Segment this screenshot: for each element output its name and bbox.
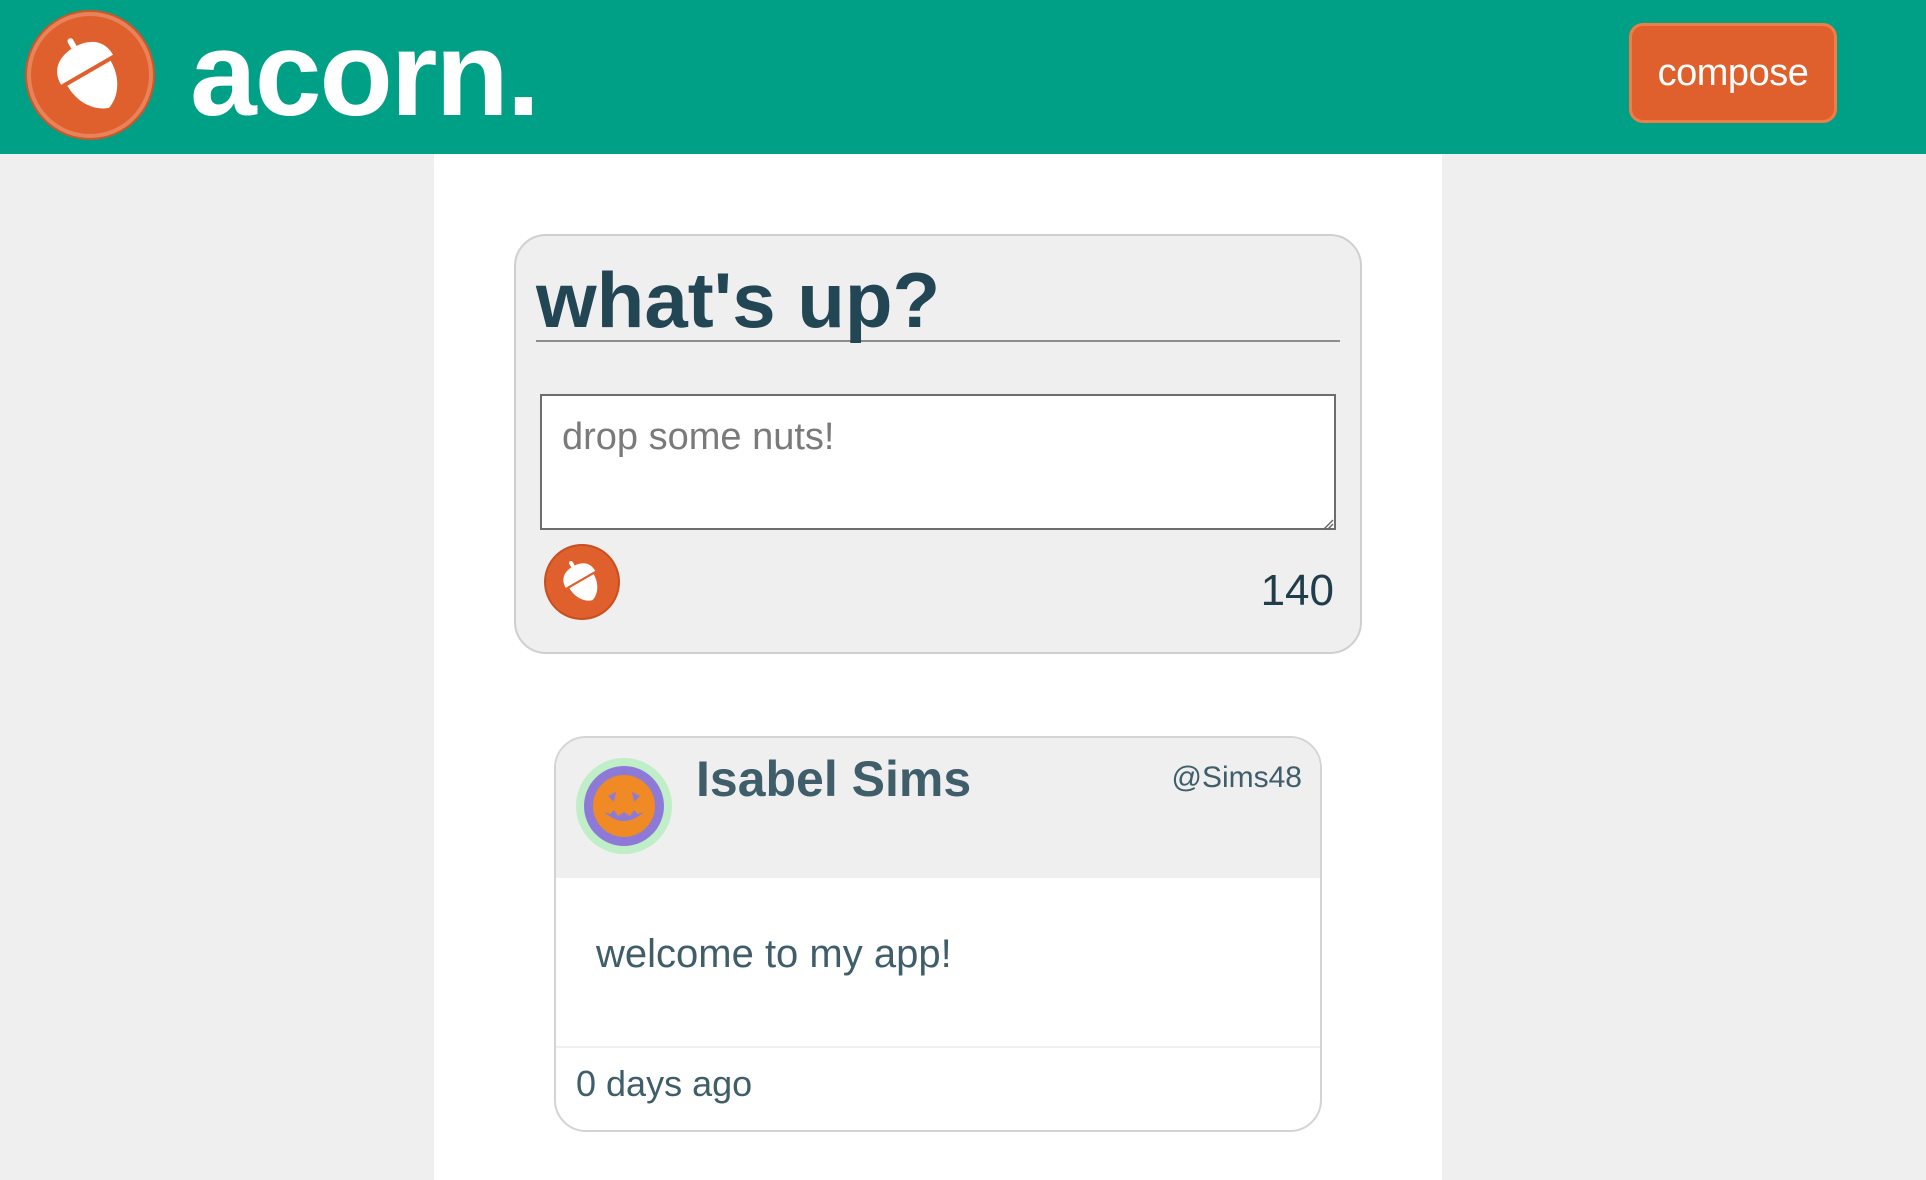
pumpkin-avatar-icon [584, 766, 664, 846]
main-feed-column: what's up? 140 [434, 154, 1442, 1180]
avatar[interactable] [576, 758, 672, 854]
post-header: Isabel Sims @Sims48 [556, 738, 1320, 878]
brand-wordmark: acorn. [190, 7, 540, 141]
post-card: Isabel Sims @Sims48 welcome to my app! 0… [554, 736, 1322, 1132]
compose-heading: what's up? [536, 258, 1340, 342]
compose-button[interactable]: compose [1629, 23, 1837, 123]
acorn-logo-icon[interactable] [27, 12, 153, 138]
top-navigation-bar: acorn. compose [0, 0, 1926, 154]
character-counter: 140 [1260, 566, 1334, 615]
post-timestamp: 0 days ago [576, 1063, 753, 1104]
submit-acorn-button[interactable] [546, 546, 618, 618]
resize-handle-icon[interactable] [1322, 518, 1334, 530]
divider [556, 1046, 1320, 1048]
compose-card: what's up? 140 [514, 234, 1362, 654]
acorn-icon [563, 560, 598, 601]
author-handle[interactable]: @Sims48 [1136, 758, 1303, 798]
author-name[interactable]: Isabel Sims [696, 748, 971, 810]
post-text: welcome to my app! [596, 932, 952, 976]
post-text-input[interactable] [540, 394, 1336, 530]
